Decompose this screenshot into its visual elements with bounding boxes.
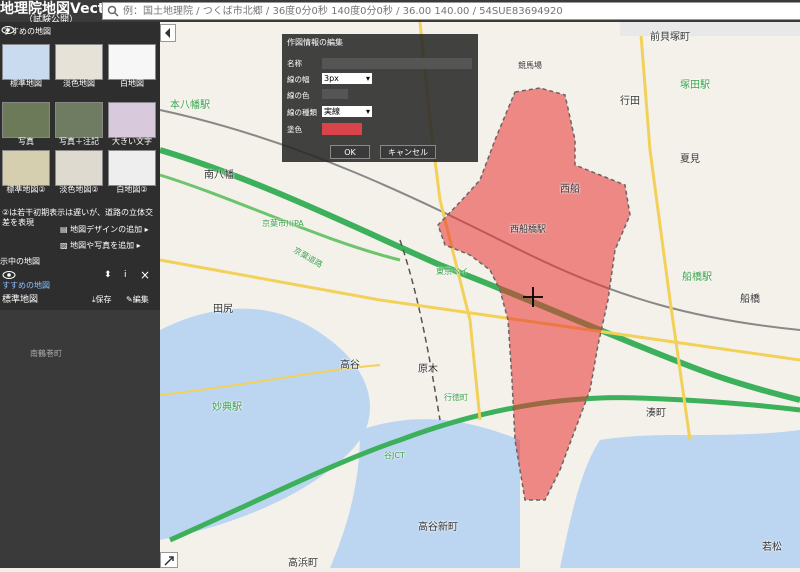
displayed-maps-title: 示中の地図 <box>0 257 40 266</box>
search-input[interactable] <box>123 3 793 19</box>
save-button[interactable]: ⤓保存 <box>92 294 112 305</box>
dark-map-label: 南鶴巻町 <box>30 349 62 358</box>
label-haraki: 原木 <box>418 364 438 375</box>
thumbnail-image[interactable] <box>108 102 156 138</box>
chevron-right-icon: ▸ <box>136 241 141 250</box>
displayed-item-title: すすめの地図 <box>2 281 50 290</box>
label-jct: 谷JCT <box>384 451 405 460</box>
close-icon[interactable]: × <box>140 268 150 282</box>
info-icon[interactable]: ⅰ <box>124 270 127 280</box>
recommended-maps-title: すすめの地図 <box>3 27 51 36</box>
thumbnail-label: 標準地図 <box>10 79 42 88</box>
label-natsumi: 夏見 <box>680 154 700 165</box>
crosshair-icon <box>523 287 543 307</box>
cancel-button[interactable]: キャンセル <box>380 145 436 159</box>
edit-label: 編集 <box>132 295 149 304</box>
label-wakamatsu: 若松 <box>762 542 782 553</box>
thumbnail-label: 写真＋注記 <box>59 137 99 146</box>
line-type-select[interactable]: 実線 ▾ <box>322 106 372 117</box>
document-icon: ▤ <box>60 225 68 234</box>
fullscreen-button[interactable] <box>160 552 178 568</box>
label-keiyo-ichikawa-pa: 京葉市川PA <box>262 219 304 228</box>
edit-icon: ✎ <box>126 295 133 304</box>
menu-add-photo-label: 地図や写真を追加 <box>70 241 135 250</box>
label-gyoden: 行田 <box>620 96 640 107</box>
move-icon[interactable]: ⬍ <box>104 270 112 280</box>
header-bar: 地理院地図Vector （試験公開） <box>0 0 800 25</box>
sidebar: すすめの地図 標準地図 淡色地図 白地図写真 写真＋注記 大きい文字標準地図② 淡色地図②… <box>0 22 160 568</box>
label-takahamacho: 高浜町 <box>288 558 318 569</box>
menu-add-photo[interactable]: ▨ 地図や写真を追加 ▸ <box>60 240 141 251</box>
dark-map-preview: 南鶴巻町 <box>0 310 160 568</box>
thumbnail-label: 白地図 <box>120 79 144 88</box>
dialog-title: 作図情報の編集 <box>287 38 343 47</box>
edit-button[interactable]: ✎編集 <box>126 294 149 305</box>
thumbnail-image[interactable] <box>108 150 156 186</box>
edit-drawing-dialog: 作図情報の編集 名称 線の幅 3px ▾ 線の色 線の種類 実線 ▾ 塗色 OK キ… <box>282 34 478 162</box>
line-type-label: 線の種類 <box>287 108 317 117</box>
save-label: 保存 <box>95 295 112 304</box>
menu-add-design-label: 地図デザインの追加 <box>70 225 143 234</box>
fill-label: 塗色 <box>287 125 302 134</box>
thumbnail-label: 標準地図② <box>6 185 46 194</box>
ok-button[interactable]: OK <box>330 145 370 159</box>
collapse-sidebar-button[interactable] <box>160 24 176 42</box>
label-tsukada-station: 塚田駅 <box>680 80 710 91</box>
chevron-down-icon: ▾ <box>365 74 370 83</box>
line-width-value: 3px <box>324 74 339 83</box>
label-minato: 湊町 <box>646 408 666 419</box>
label-keibajo: 競馬場 <box>518 61 542 70</box>
search-bar[interactable] <box>102 2 800 20</box>
thumbnail-label: 淡色地図② <box>59 185 99 194</box>
chevron-right-icon: ▸ <box>144 225 149 234</box>
label-gyotoku: 行徳町 <box>444 393 468 402</box>
fill-color-swatch[interactable] <box>322 123 362 135</box>
thumbnail-image[interactable] <box>2 44 50 80</box>
thumbnail-image[interactable] <box>55 102 103 138</box>
line-width-label: 線の幅 <box>287 75 310 84</box>
label-tokyobay: 東京ベイ <box>436 267 468 276</box>
menu-add-design[interactable]: ▤ 地図デザインの追加 ▸ <box>60 224 149 235</box>
thumbnail-image[interactable] <box>55 44 103 80</box>
label-maekaizuka: 前貝塚町 <box>650 32 690 43</box>
label-tajiri: 田尻 <box>213 304 233 315</box>
label-nishifuna: 西船 <box>560 184 580 195</box>
thumbnail-image[interactable] <box>55 150 103 186</box>
thumbnail-label: 淡色地図 <box>63 79 95 88</box>
line-width-select[interactable]: 3px ▾ <box>322 73 372 84</box>
eye-icon[interactable] <box>2 270 16 280</box>
name-input[interactable] <box>322 58 472 69</box>
chevron-down-icon: ▾ <box>365 107 370 116</box>
label-nishifunabashi-station: 西船橋駅 <box>510 225 547 235</box>
thumbnail-label: 写真 <box>18 137 34 146</box>
thumbnail-image[interactable] <box>2 150 50 186</box>
label-takaya: 高谷 <box>340 360 360 371</box>
name-label: 名称 <box>287 59 302 68</box>
label-takayashinmachi: 高谷新町 <box>418 522 458 533</box>
displayed-item-name: 標準地図 <box>2 295 39 305</box>
line-color-label: 線の色 <box>287 91 310 100</box>
label-myoden-station: 妙典駅 <box>212 402 242 413</box>
image-icon: ▨ <box>60 241 68 250</box>
label-funabashi-station: 船橋駅 <box>682 272 712 283</box>
label-funabashi: 船橋 <box>740 294 760 305</box>
thumbnail-image[interactable] <box>2 102 50 138</box>
thumbnail-label: 白地図② <box>116 185 148 194</box>
expand-icon <box>164 556 174 566</box>
thumbnail-image[interactable] <box>108 44 156 80</box>
label-motohachiman-station: 本八幡駅 <box>170 100 210 111</box>
search-icon[interactable] <box>107 5 119 17</box>
line-color-swatch[interactable] <box>322 89 348 99</box>
thumbnail-label: 大きい文字 <box>112 137 152 146</box>
chevron-left-icon <box>165 28 170 38</box>
label-minamihachiman: 南八幡 <box>204 170 234 181</box>
line-type-value: 実線 <box>324 107 340 116</box>
